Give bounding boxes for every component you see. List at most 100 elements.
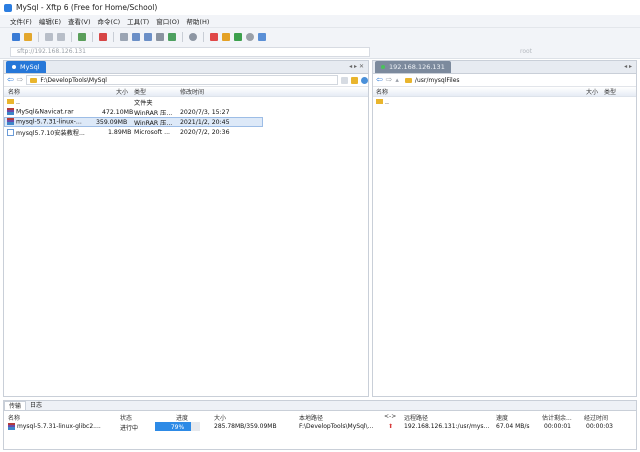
print-icon[interactable] xyxy=(156,32,164,41)
menu-command[interactable]: 命令(C) xyxy=(98,16,121,26)
toolbar-separator xyxy=(203,31,204,42)
menu-edit[interactable]: 编辑(E) xyxy=(39,16,61,26)
col-direction[interactable]: <-> xyxy=(384,413,396,420)
row-name-wrap: .. xyxy=(7,98,20,106)
file-type: 文件夹 xyxy=(134,99,153,107)
disconnect-icon[interactable] xyxy=(57,32,65,41)
globe-icon[interactable] xyxy=(189,32,197,41)
username-field[interactable]: root xyxy=(520,48,532,55)
upload-direction-icon: ⬆ xyxy=(388,423,394,430)
remote-path-input[interactable]: /usr/mysqlFiles xyxy=(401,75,636,85)
file-name: MySql&Navicat.rar xyxy=(16,108,74,116)
file-type: WinRAR 压... xyxy=(134,119,173,127)
connected-status-icon xyxy=(381,65,385,69)
col-size[interactable]: 大小 xyxy=(116,87,128,96)
new-session-icon[interactable] xyxy=(12,32,20,41)
menu-window[interactable]: 窗口(O) xyxy=(156,16,179,26)
xshell-icon[interactable] xyxy=(210,32,218,41)
menu-bar: 文件(F) 编辑(E) 查看(V) 命令(C) 工具(T) 窗口(O) 帮助(H… xyxy=(0,15,640,28)
up-level-icon[interactable]: ▴ xyxy=(395,76,399,84)
tab-scroll-arrows[interactable]: ◂ ▸ xyxy=(624,63,632,70)
file-row-parent[interactable]: .. 文件夹 xyxy=(4,97,368,107)
dropdown-icon[interactable] xyxy=(341,76,348,84)
properties-icon[interactable] xyxy=(120,32,128,41)
menu-tools[interactable]: 工具(T) xyxy=(127,16,149,26)
col-modified[interactable]: 修改时间 xyxy=(180,87,204,96)
col-size[interactable]: 大小 xyxy=(586,87,598,96)
transfer-file-name: mysql-5.7.31-linux-glibc2.... xyxy=(17,423,101,430)
local-path-row: ⇦ ⇨ F:\DevelopTools\MySql xyxy=(4,74,368,87)
menu-view[interactable]: 查看(V) xyxy=(68,16,91,26)
file-type: WinRAR 压... xyxy=(134,109,173,117)
transfer-row[interactable]: mysql-5.7.31-linux-glibc2.... 进行中 79% 28… xyxy=(4,421,636,433)
transfer-local-path: F:\DevelopTools\MySql\... xyxy=(299,423,374,430)
rar-file-icon xyxy=(8,423,15,430)
address-bar: sftp://192.168.126.131 root xyxy=(0,45,640,59)
col-type[interactable]: 类型 xyxy=(134,87,146,96)
local-path-input[interactable]: F:\DevelopTools\MySql xyxy=(26,75,338,85)
highlight-icon[interactable] xyxy=(222,32,230,41)
refresh-pane-icon[interactable] xyxy=(361,76,368,84)
remote-path-text: /usr/mysqlFiles xyxy=(414,76,460,84)
file-name: mysql5.7.10安装教程... xyxy=(16,129,85,137)
file-row-parent[interactable]: .. xyxy=(373,97,636,107)
new-folder-icon[interactable] xyxy=(351,76,358,84)
transfer-remote-path: 192.168.126.131:/usr/mys... xyxy=(404,423,490,430)
tab-local[interactable]: MySql xyxy=(6,61,46,73)
tab-log[interactable]: 日志 xyxy=(26,401,46,410)
folder-icon xyxy=(404,77,412,83)
up-folder-icon xyxy=(376,98,383,104)
col-name[interactable]: 名称 xyxy=(376,87,388,96)
word-doc-icon xyxy=(7,129,14,136)
toolbar xyxy=(0,28,640,45)
title-bar: MySql - Xftp 6 (Free for Home/School) xyxy=(0,0,640,15)
host-address-input[interactable]: sftp://192.168.126.131 xyxy=(10,46,370,57)
forward-arrow-icon[interactable]: ⇨ xyxy=(17,76,24,84)
menu-help[interactable]: 帮助(H) xyxy=(186,16,209,26)
connect-icon[interactable] xyxy=(45,32,53,41)
toolbar-separator xyxy=(71,31,72,42)
rar-file-icon xyxy=(7,108,14,116)
tab-transfer[interactable]: 传输 xyxy=(4,401,27,410)
file-row[interactable]: MySql&Navicat.rar 472.10MB WinRAR 压... 2… xyxy=(4,107,368,117)
tab-remote[interactable]: 192.168.126.131 xyxy=(375,61,451,73)
transfer-name-wrap: mysql-5.7.31-linux-glibc2.... xyxy=(8,423,101,430)
tab-local-label: MySql xyxy=(20,63,40,71)
file-row-selected[interactable]: mysql-5.7.31-linux-... 359.09MB WinRAR 压… xyxy=(4,117,263,127)
remote-tab-row: 192.168.126.131 ◂ ▸ xyxy=(373,61,636,74)
back-arrow-icon[interactable]: ⇦ xyxy=(376,76,383,84)
back-arrow-icon[interactable]: ⇦ xyxy=(7,76,14,84)
transfer-eta: 00:00:01 xyxy=(544,423,571,430)
file-name: .. xyxy=(16,98,20,106)
transfer-column-header: 名称 状态 进度 大小 本地路径 <-> 远程路径 速度 估计剩余... 经过时… xyxy=(4,411,636,422)
file-row[interactable]: mysql5.7.10安装教程... 1.89MB Microsoft ... … xyxy=(4,127,368,137)
help-icon[interactable] xyxy=(258,32,266,41)
forward-arrow-icon[interactable]: ⇨ xyxy=(386,76,393,84)
tab-remote-label: 192.168.126.131 xyxy=(389,63,445,71)
col-name[interactable]: 名称 xyxy=(8,87,20,96)
green-tool-icon[interactable] xyxy=(234,32,242,41)
row-name-wrap: .. xyxy=(376,98,389,106)
progress-label: 79% xyxy=(170,424,185,431)
toolbar-separator xyxy=(92,31,93,42)
xftp-app-icon xyxy=(4,3,12,12)
menu-file[interactable]: 文件(F) xyxy=(10,16,32,26)
col-type[interactable]: 类型 xyxy=(604,87,616,96)
paste-icon[interactable] xyxy=(144,32,152,41)
file-size: 1.89MB xyxy=(108,128,132,136)
toolbar-separator xyxy=(113,31,114,42)
settings-icon[interactable] xyxy=(246,32,254,41)
file-modified: 2020/7/3, 15:27 xyxy=(180,108,230,116)
copy-icon[interactable] xyxy=(132,32,140,41)
open-folder-icon[interactable] xyxy=(24,32,32,41)
sync-icon[interactable] xyxy=(168,32,176,41)
tab-scroll-arrows[interactable]: ◂ ▸ ✕ xyxy=(349,63,364,70)
refresh-icon[interactable] xyxy=(78,32,86,41)
stop-icon[interactable] xyxy=(99,32,107,41)
transfer-progress-bar: 79% xyxy=(155,422,200,431)
remote-column-header: 名称 大小 类型 xyxy=(373,87,636,97)
transfer-speed: 67.04 MB/s xyxy=(496,423,530,430)
row-name-wrap: mysql5.7.10安装教程... xyxy=(7,128,85,137)
file-type: Microsoft ... xyxy=(134,128,171,136)
local-pane: MySql ◂ ▸ ✕ ⇦ ⇨ F:\DevelopTools\MySql 名称… xyxy=(3,60,369,397)
